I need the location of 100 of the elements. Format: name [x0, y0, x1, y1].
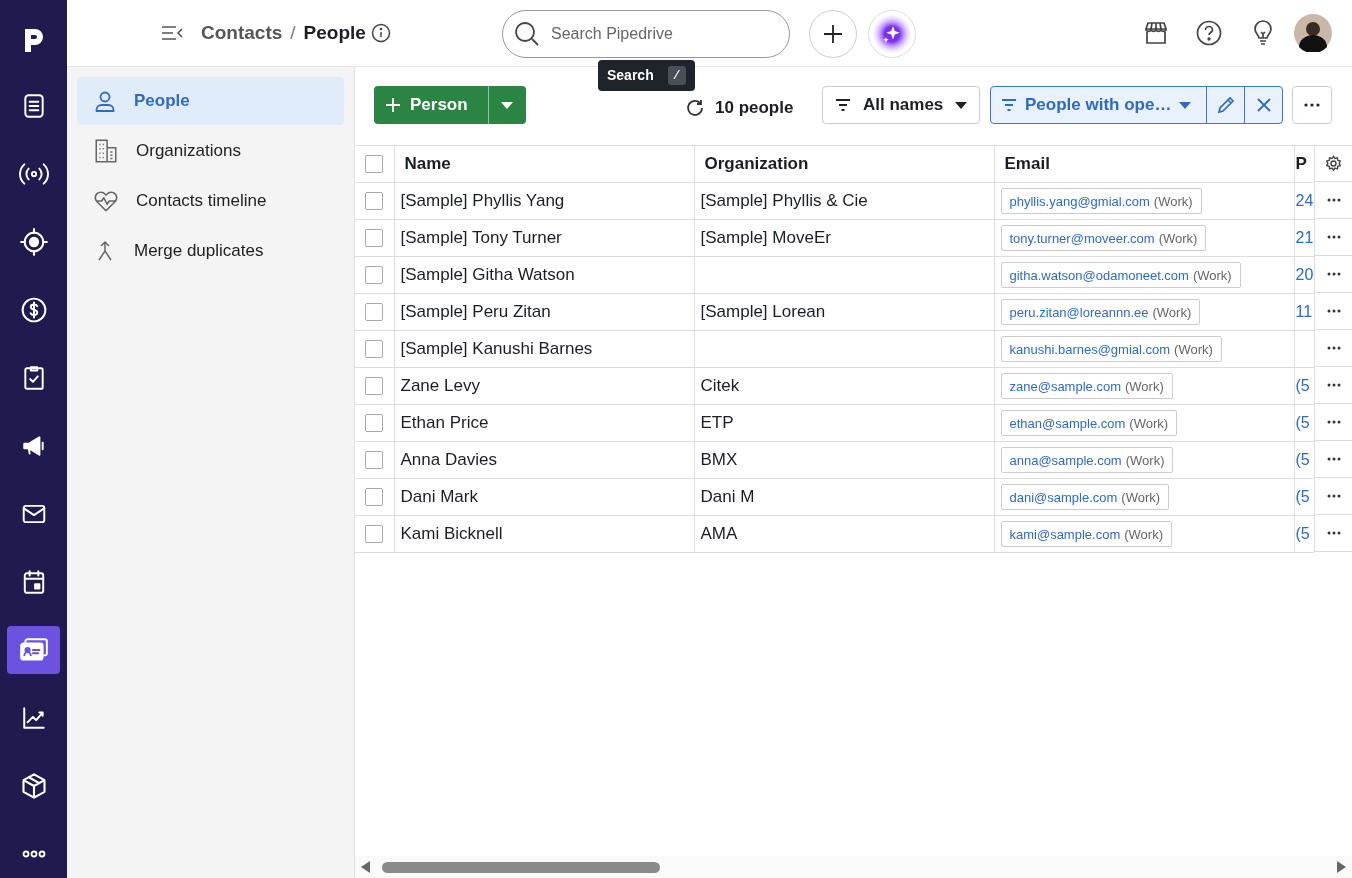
sidebar-item[interactable]: Merge duplicates	[77, 227, 344, 275]
row-more-icon[interactable]	[1326, 531, 1341, 535]
phone-link[interactable]: 21	[1295, 229, 1314, 246]
sidebar-item[interactable]: Organizations	[77, 127, 344, 175]
megaphone-icon	[20, 433, 47, 459]
scrollbar-thumb[interactable]	[382, 861, 660, 873]
row-checkbox[interactable]	[365, 377, 384, 395]
email-link[interactable]: githa.watson@odamoneet.com	[1009, 265, 1189, 286]
more-icon	[1304, 103, 1320, 107]
table-cell: [Sample] Phyllis & Cie	[700, 191, 868, 211]
row-more-icon[interactable]	[1326, 272, 1341, 276]
row-checkbox[interactable]	[365, 266, 384, 284]
email-link[interactable]: kami@sample.com	[1009, 524, 1121, 545]
email-type-label: (Work)	[1153, 192, 1193, 211]
row-more-icon[interactable]	[1326, 457, 1341, 461]
scroll-right-icon[interactable]	[1337, 861, 1346, 873]
heartbeat-icon	[93, 188, 119, 214]
refresh-icon[interactable]	[685, 97, 705, 118]
row-more-icon[interactable]	[1326, 346, 1341, 350]
info-icon[interactable]	[370, 23, 391, 43]
table-cell: ETP	[700, 413, 734, 433]
help-icon[interactable]	[1196, 20, 1222, 46]
row-more-icon[interactable]	[1326, 235, 1341, 239]
table-cell: AMA	[700, 524, 738, 544]
email-type-label: (Work)	[1121, 488, 1161, 507]
phone-link[interactable]: 24	[1295, 192, 1314, 209]
horizontal-scrollbar[interactable]	[355, 856, 1352, 878]
email-link[interactable]: dani@sample.com	[1009, 487, 1118, 508]
sparkle-icon	[873, 15, 911, 53]
marketplace-icon[interactable]	[1143, 20, 1169, 46]
breadcrumb-link[interactable]: Contacts	[201, 18, 283, 48]
table-cell: [Sample] MoveEr	[700, 228, 831, 248]
table-cell: [Sample] Githa Watson	[400, 265, 575, 285]
scroll-left-icon[interactable]	[361, 861, 370, 873]
email-link[interactable]: kanushi.barnes@gmial.com	[1009, 339, 1171, 360]
email-link[interactable]: ethan@sample.com	[1009, 413, 1126, 434]
row-checkbox[interactable]	[365, 451, 384, 469]
row-more-icon[interactable]	[1326, 383, 1341, 387]
table-cell: Dani Mark	[400, 487, 478, 507]
row-checkbox[interactable]	[365, 414, 384, 432]
row-checkbox[interactable]	[365, 488, 384, 506]
email-link[interactable]: anna@sample.com	[1009, 450, 1122, 471]
phone-link[interactable]: (5	[1295, 414, 1310, 431]
nav-contacts-item[interactable]	[7, 626, 60, 674]
phone-link[interactable]: (5	[1295, 451, 1310, 468]
email-type-label: (Work)	[1125, 451, 1165, 470]
row-more-icon[interactable]	[1326, 198, 1341, 202]
search-field[interactable]: Search Pipedrive	[502, 10, 790, 58]
email-link[interactable]: peru.zitan@loreannn.ee	[1009, 302, 1149, 323]
row-more-icon[interactable]	[1326, 494, 1341, 498]
close-icon	[1256, 98, 1271, 112]
user-avatar[interactable]	[1294, 14, 1332, 52]
email-type-label: (Work)	[1124, 377, 1164, 396]
row-checkbox[interactable]	[365, 229, 384, 247]
filter-dropdown[interactable]: All names	[822, 86, 980, 124]
table-cell: Zane Levy	[400, 376, 480, 396]
settings-icon[interactable]	[1325, 155, 1342, 172]
sidebar-item[interactable]: Contacts timeline	[77, 177, 344, 225]
chart-icon	[20, 705, 47, 731]
email-type-label: (Work)	[1192, 266, 1232, 285]
shortcut-key: /	[667, 65, 686, 86]
search-icon	[514, 21, 540, 47]
table-cell: [Sample] Kanushi Barnes	[400, 339, 593, 359]
row-checkbox[interactable]	[365, 303, 384, 321]
row-checkbox[interactable]	[365, 340, 384, 358]
phone-link[interactable]: (5	[1295, 525, 1310, 542]
more-icon	[20, 850, 47, 858]
table-cell: Kami Bicknell	[400, 524, 503, 544]
target-icon	[19, 228, 48, 256]
row-checkbox[interactable]	[365, 525, 384, 543]
select-all-checkbox[interactable]	[365, 155, 384, 173]
table-cell: [Sample] Phyllis Yang	[400, 191, 565, 211]
filter-icon	[835, 99, 851, 111]
page-title: People	[303, 20, 366, 45]
contacts-icon	[18, 637, 49, 663]
email-link[interactable]: tony.turner@moveer.com	[1009, 228, 1155, 249]
email-type-label: (Work)	[1174, 340, 1213, 359]
column-header[interactable]: P	[1294, 145, 1314, 183]
column-header[interactable]: Name	[394, 145, 694, 183]
caret-icon	[1179, 101, 1192, 109]
add-options-button[interactable]	[487, 86, 526, 124]
column-header[interactable]: Organization	[694, 145, 994, 183]
phone-link[interactable]: (5	[1295, 488, 1310, 505]
add-person-button[interactable]: Person	[374, 86, 488, 124]
row-more-icon[interactable]	[1326, 309, 1341, 313]
email-type-label: (Work)	[1152, 303, 1192, 322]
phone-link[interactable]: 11	[1295, 303, 1313, 320]
table-cell: BMX	[700, 450, 738, 470]
phone-link[interactable]: (5	[1295, 377, 1310, 394]
building-icon	[93, 138, 119, 164]
phone-link[interactable]: 20	[1295, 266, 1314, 283]
plus-icon	[386, 98, 400, 112]
row-checkbox[interactable]	[365, 192, 384, 210]
sidebar-item[interactable]: People	[77, 77, 344, 125]
email-link[interactable]: zane@sample.com	[1009, 376, 1121, 397]
filter-icon	[1001, 99, 1017, 111]
table-cell: Citek	[700, 376, 740, 396]
column-header[interactable]: Email	[994, 145, 1294, 183]
row-more-icon[interactable]	[1326, 420, 1341, 424]
email-link[interactable]: phyllis.yang@gmial.com	[1009, 191, 1150, 212]
